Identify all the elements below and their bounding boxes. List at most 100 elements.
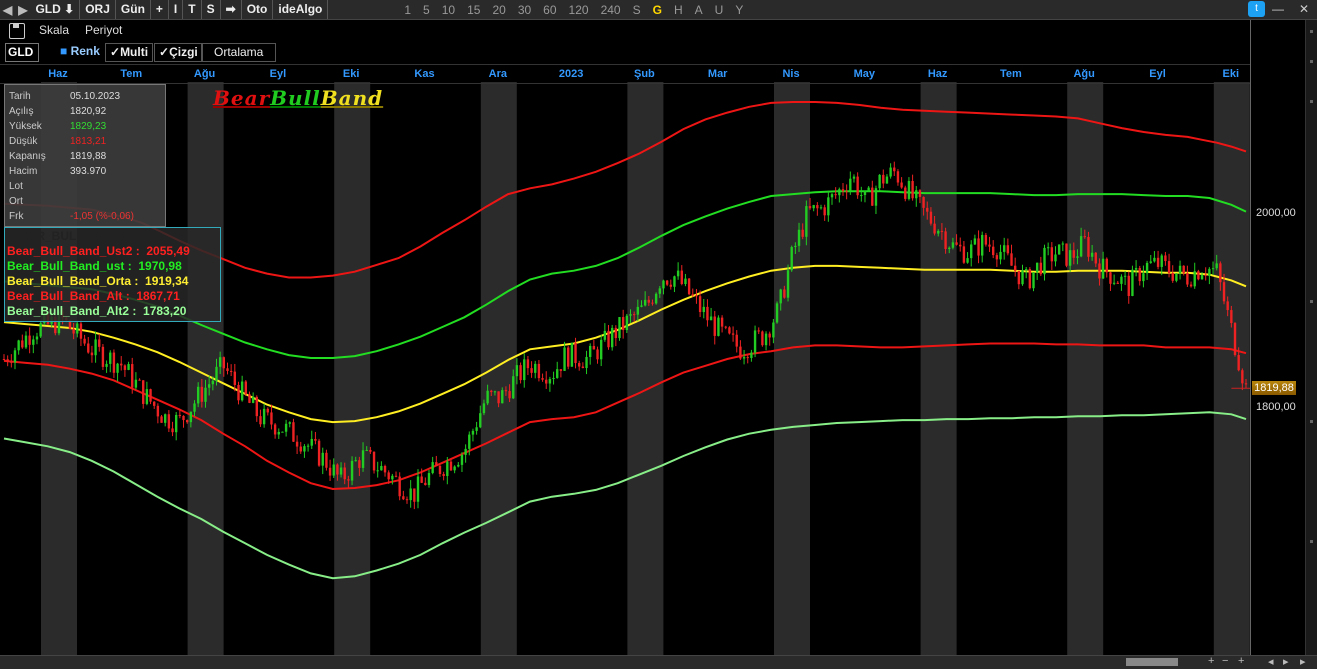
candle-body xyxy=(1054,254,1057,262)
plus-icon[interactable]: + xyxy=(1238,655,1244,667)
period-S[interactable]: S xyxy=(627,3,647,17)
period-U[interactable]: U xyxy=(709,3,730,17)
nav-back-icon[interactable]: ◀ xyxy=(0,3,15,17)
candle-body xyxy=(720,317,724,327)
candle-body xyxy=(1200,274,1204,280)
s-button[interactable]: S xyxy=(202,0,221,19)
i-button[interactable]: I xyxy=(169,0,184,19)
candle-body xyxy=(123,365,127,370)
candle-body xyxy=(783,289,786,298)
end-icon[interactable]: ▸ xyxy=(1300,655,1306,668)
candle-body xyxy=(893,167,896,172)
period-10[interactable]: 10 xyxy=(436,3,461,17)
zoom-out-icon[interactable]: − xyxy=(1222,655,1228,667)
month-label: Ara xyxy=(488,68,507,80)
gun-button[interactable]: Gün xyxy=(116,0,151,19)
candle-body xyxy=(486,390,489,404)
period-A[interactable]: A xyxy=(689,3,709,17)
candle-body xyxy=(6,359,9,362)
save-icon[interactable] xyxy=(9,23,25,39)
month-label: Eyl xyxy=(269,68,287,80)
indicator-legend[interactable]: BEAR_BULL_BAND Bear_Bull_Band_Ust2 : 205… xyxy=(4,227,221,322)
candle-body xyxy=(413,488,416,502)
candle-body xyxy=(127,364,130,370)
candle-body xyxy=(658,288,662,294)
candle-body xyxy=(471,430,475,435)
symbol-selector[interactable]: GLD ⬇ xyxy=(30,0,81,19)
candle-body xyxy=(856,176,859,196)
scale-menu[interactable]: Skala xyxy=(39,23,69,37)
candle-body xyxy=(973,238,977,245)
symbol-box[interactable]: GLD xyxy=(5,43,39,62)
info-row-kapanış: Kapanış 1819,88 xyxy=(9,150,106,164)
period-G[interactable]: G xyxy=(647,3,668,17)
period-120[interactable]: 120 xyxy=(563,3,595,17)
candle-body xyxy=(640,305,643,307)
nav-forward-icon[interactable]: ▶ xyxy=(15,3,30,17)
candle-body xyxy=(651,302,654,304)
candle-body xyxy=(310,438,313,446)
average-button[interactable]: Ortalama xyxy=(201,43,277,62)
horizontal-scroll-thumb[interactable] xyxy=(1126,658,1178,666)
scroll-right-icon[interactable]: ▸ xyxy=(1283,655,1289,668)
arrow-right-icon[interactable]: ➡ xyxy=(221,0,242,19)
candle-body xyxy=(878,174,881,189)
scroll-dot xyxy=(1310,540,1313,543)
candle-body xyxy=(321,452,324,466)
candle-body xyxy=(662,280,665,289)
candle-body xyxy=(812,205,815,209)
orj-button[interactable]: ORJ xyxy=(80,0,116,19)
period-20[interactable]: 20 xyxy=(486,3,511,17)
color-button[interactable]: ■ Renk xyxy=(60,44,100,58)
period-240[interactable]: 240 xyxy=(595,3,627,17)
candle-body xyxy=(709,316,713,321)
t-button[interactable]: T xyxy=(183,0,202,19)
price-axis[interactable]: 2000,00 1800,00 xyxy=(1250,20,1306,655)
candle-body xyxy=(929,211,933,224)
price-chart[interactable] xyxy=(0,0,1250,655)
price-axis-label: 1800,00 xyxy=(1256,400,1296,413)
candle-body xyxy=(262,408,266,425)
candle-body xyxy=(431,462,434,474)
period-H[interactable]: H xyxy=(668,3,689,17)
candle-body xyxy=(449,461,453,471)
period-Y[interactable]: Y xyxy=(729,3,749,17)
candle-body xyxy=(153,401,156,406)
candle-body xyxy=(497,391,500,404)
period-30[interactable]: 30 xyxy=(512,3,537,17)
candle-body xyxy=(684,278,687,285)
candle-body xyxy=(196,386,200,404)
period-60[interactable]: 60 xyxy=(537,3,562,17)
scroll-left-icon[interactable]: ◂ xyxy=(1268,655,1274,668)
info-row-hacim: Hacim 393.970 xyxy=(9,165,106,179)
period-menu[interactable]: Periyot xyxy=(85,23,122,37)
candle-body xyxy=(504,390,508,392)
bottom-bar: + − + ◂ ▸ ▸ xyxy=(0,655,1317,669)
candle-body xyxy=(457,464,460,467)
plus-button[interactable]: + xyxy=(151,0,169,19)
candle-body xyxy=(369,449,372,452)
candle-body xyxy=(101,346,105,367)
zoom-in-icon[interactable]: + xyxy=(1208,655,1214,667)
period-5[interactable]: 5 xyxy=(417,3,436,17)
idealgo-button[interactable]: ideAlgo xyxy=(273,0,329,19)
month-stripe xyxy=(627,82,664,655)
minimize-icon[interactable]: — xyxy=(1272,2,1284,16)
candle-body xyxy=(805,206,808,237)
candle-body xyxy=(786,270,790,298)
line-button[interactable]: ✓Çizgi xyxy=(154,43,203,62)
candle-body xyxy=(944,231,947,249)
multi-button[interactable]: ✓Multi xyxy=(105,43,154,62)
oto-button[interactable]: Oto xyxy=(242,0,274,19)
candle-body xyxy=(849,178,852,192)
info-row-lot: Lot xyxy=(9,180,23,194)
close-icon[interactable]: ✕ xyxy=(1299,2,1309,16)
month-stripe xyxy=(480,82,517,655)
period-15[interactable]: 15 xyxy=(461,3,486,17)
vertical-scrollbar[interactable] xyxy=(1305,20,1317,655)
candle-body xyxy=(599,339,603,360)
twitter-icon[interactable]: t xyxy=(1248,1,1265,17)
period-1[interactable]: 1 xyxy=(398,3,417,17)
candle-body xyxy=(13,350,17,363)
candle-body xyxy=(248,394,251,403)
